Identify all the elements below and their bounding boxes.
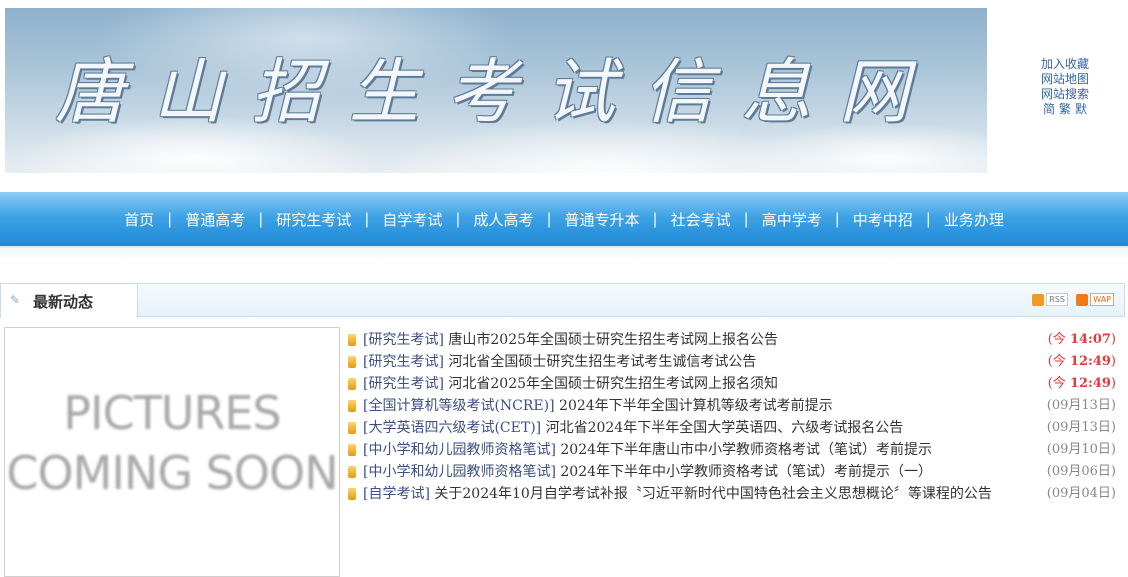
news-date: (今 12:49) <box>1047 376 1116 391</box>
news-date: (今 12:49) <box>1047 354 1116 369</box>
mobile-icon <box>1076 293 1089 306</box>
news-category[interactable]: [研究生考试] <box>363 354 444 370</box>
nav-self-study[interactable]: 自学考试 <box>369 209 455 230</box>
news-category[interactable]: [中小学和幼儿园教师资格笔试] <box>363 464 556 480</box>
news-item[interactable]: [大学英语四六级考试(CET)] 河北省2024年下半年全国大学英语四、六级考试… <box>346 417 1116 439</box>
bullet-icon <box>348 466 356 478</box>
news-title[interactable]: 河北省2025年全国硕士研究生招生考试网上报名须知 <box>448 376 778 392</box>
nav-gaokao[interactable]: 普通高考 <box>172 209 258 230</box>
nav-upgrade-bachelor[interactable]: 普通专升本 <box>552 209 653 230</box>
news-item[interactable]: [中小学和幼儿园教师资格笔试] 2024年下半年唐山市中小学教师资格考试（笔试）… <box>346 439 1116 461</box>
latest-news-tab[interactable]: ✎ 最新动态 <box>0 283 138 318</box>
placeholder-line-2: COMING SOON <box>6 446 338 500</box>
site-search-link[interactable]: 网站搜索 <box>1020 87 1110 102</box>
placeholder-line-1: PICTURES <box>63 386 281 440</box>
news-date: (09月13日) <box>1046 420 1116 435</box>
pencil-icon: ✎ <box>10 293 21 307</box>
news-category[interactable]: [研究生考试] <box>363 376 444 392</box>
news-date: (09月06日) <box>1046 464 1116 479</box>
bullet-icon <box>348 444 356 456</box>
news-category[interactable]: [全国计算机等级考试(NCRE)] <box>363 398 555 414</box>
news-item[interactable]: [中小学和幼儿园教师资格笔试] 2024年下半年中小学教师资格考试（笔试）考前提… <box>346 461 1116 483</box>
news-item[interactable]: [自学考试] 关于2024年10月自学考试补报〝习近平新时代中国特色社会主义思想… <box>346 483 1116 505</box>
bullet-icon <box>348 356 356 368</box>
rss-label: RSS <box>1046 293 1068 306</box>
news-title[interactable]: 2024年下半年全国计算机等级考试考前提示 <box>559 398 833 414</box>
latest-news-header: ✎ 最新动态 RSS WAP <box>0 283 1125 318</box>
news-date: (今 14:07) <box>1047 332 1116 347</box>
nav-home[interactable]: 首页 <box>111 209 167 230</box>
nav-shadow <box>0 248 1128 260</box>
section-title: 最新动态 <box>33 293 94 311</box>
nav-social-exams[interactable]: 社会考试 <box>658 209 744 230</box>
news-item[interactable]: [研究生考试] 河北省2025年全国硕士研究生招生考试网上报名须知 (今 12:… <box>346 373 1116 395</box>
site-title: 唐山招生考试信息网 <box>55 51 937 133</box>
nav-high-school-exam[interactable]: 高中学考 <box>749 209 835 230</box>
wap-label: WAP <box>1090 293 1114 306</box>
news-title[interactable]: 2024年下半年唐山市中小学教师资格考试（笔试）考前提示 <box>560 442 932 458</box>
nav-services[interactable]: 业务办理 <box>931 209 1017 230</box>
placeholder-text: PICTURES COMING SOON <box>5 383 339 503</box>
news-date: (09月04日) <box>1046 486 1116 501</box>
add-favorite-link[interactable]: 加入收藏 <box>1020 57 1110 72</box>
bullet-icon <box>348 488 356 500</box>
rss-button[interactable]: RSS <box>1032 293 1068 306</box>
news-item[interactable]: [研究生考试] 唐山市2025年全国硕士研究生招生考试网上报名公告 (今 14:… <box>346 329 1116 351</box>
news-category[interactable]: [研究生考试] <box>363 332 444 348</box>
site-banner: 唐山招生考试信息网 <box>5 8 987 173</box>
sitemap-link[interactable]: 网站地图 <box>1020 72 1110 87</box>
news-item[interactable]: [研究生考试] 河北省全国硕士研究生招生考试考生诚信考试公告 (今 12:49) <box>346 351 1116 373</box>
lang-traditional-link[interactable]: 繁 <box>1059 102 1071 116</box>
news-list: [研究生考试] 唐山市2025年全国硕士研究生招生考试网上报名公告 (今 14:… <box>346 329 1116 505</box>
news-date: (09月13日) <box>1046 398 1116 413</box>
top-links: 加入收藏 网站地图 网站搜索 简繁默 <box>1020 57 1110 117</box>
news-title[interactable]: 河北省2024年下半年全国大学英语四、六级考试报名公告 <box>546 420 904 436</box>
rss-icon <box>1032 293 1045 306</box>
nav-postgraduate[interactable]: 研究生考试 <box>263 209 364 230</box>
news-title[interactable]: 关于2024年10月自学考试补报〝习近平新时代中国特色社会主义思想概论〞等课程的… <box>434 486 991 502</box>
news-title[interactable]: 2024年下半年中小学教师资格考试（笔试）考前提示（一） <box>560 464 932 480</box>
news-category[interactable]: [自学考试] <box>363 486 430 502</box>
bullet-icon <box>348 378 356 390</box>
language-switcher: 简繁默 <box>1020 102 1110 117</box>
lang-default-link[interactable]: 默 <box>1075 102 1087 116</box>
news-picture-placeholder[interactable]: PICTURES COMING SOON <box>4 327 340 577</box>
nav-zhongkao[interactable]: 中考中招 <box>840 209 926 230</box>
wap-button[interactable]: WAP <box>1076 293 1114 306</box>
nav-adult-college[interactable]: 成人高考 <box>460 209 546 230</box>
news-category[interactable]: [中小学和幼儿园教师资格笔试] <box>363 442 556 458</box>
news-category[interactable]: [大学英语四六级考试(CET)] <box>363 420 541 436</box>
news-title[interactable]: 唐山市2025年全国硕士研究生招生考试网上报名公告 <box>448 332 778 348</box>
news-item[interactable]: [全国计算机等级考试(NCRE)] 2024年下半年全国计算机等级考试考前提示 … <box>346 395 1116 417</box>
lang-simplified-link[interactable]: 简 <box>1043 102 1055 116</box>
bullet-icon <box>348 422 356 434</box>
main-nav: 首页 | 普通高考 | 研究生考试 | 自学考试 | 成人高考 | 普通专升本 | 社会考试… <box>0 192 1128 248</box>
bullet-icon <box>348 400 356 412</box>
news-date: (09月10日) <box>1046 442 1116 457</box>
news-title[interactable]: 河北省全国硕士研究生招生考试考生诚信考试公告 <box>448 354 756 370</box>
bullet-icon <box>348 334 356 346</box>
